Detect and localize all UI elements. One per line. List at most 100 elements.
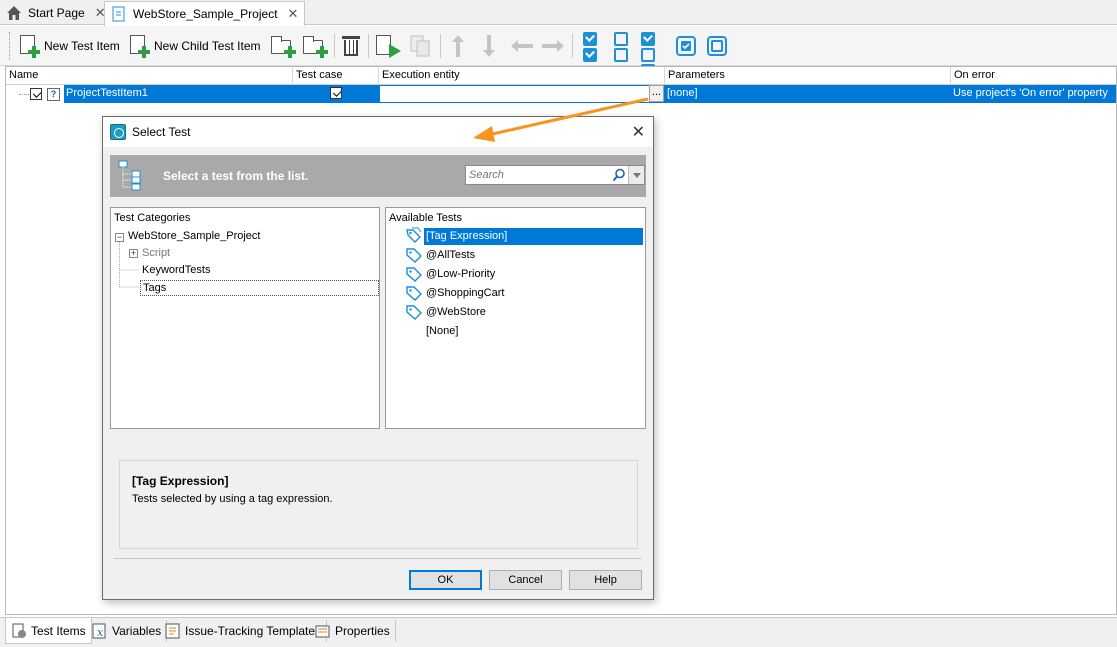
category-root[interactable]: WebStore_Sample_Project	[128, 230, 260, 242]
check-children-button[interactable]	[641, 32, 667, 94]
search-dropdown-button[interactable]	[628, 166, 644, 184]
variables-icon: x	[92, 623, 106, 639]
project-icon	[112, 6, 125, 22]
search-icon[interactable]	[612, 168, 626, 182]
move-right-button[interactable]	[540, 31, 566, 61]
panel-tabs: Test Items x Variables Issue-Tracking Te…	[0, 617, 1117, 647]
tag-icon	[406, 305, 422, 320]
copy-disabled-icon	[410, 35, 430, 57]
execution-entity-ellipsis-button[interactable]: ...	[649, 85, 664, 102]
new-test-item-button[interactable]: New Test Item	[18, 31, 120, 61]
help-button[interactable]: Help	[569, 570, 642, 590]
enabled-checkbox[interactable]	[30, 88, 42, 100]
properties-icon	[315, 625, 330, 638]
test-categories-header: Test Categories	[114, 212, 191, 224]
toolbar-separator	[440, 34, 441, 58]
row-name[interactable]: ProjectTestItem1	[64, 85, 293, 103]
tab-variables[interactable]: x Variables	[87, 620, 168, 642]
new-child-test-item-icon	[128, 34, 150, 58]
available-test-item[interactable]: @AllTests	[424, 247, 477, 264]
category-keyword-tests[interactable]: KeywordTests	[142, 264, 210, 276]
search-input[interactable]	[466, 166, 610, 184]
cancel-button[interactable]: Cancel	[489, 570, 562, 590]
tab-issue-tracking-templates[interactable]: Issue-Tracking Templates	[160, 620, 328, 642]
new-test-item-icon	[18, 34, 40, 58]
test-categories-panel: Test Categories − WebStore_Sample_Projec…	[110, 207, 380, 429]
tab-start-page-label: Start Page	[28, 6, 85, 20]
new-child-group-button[interactable]	[302, 31, 328, 61]
column-header-parameters[interactable]: Parameters	[665, 67, 951, 85]
search-box[interactable]	[465, 165, 645, 185]
close-tab-icon[interactable]: ✕	[288, 6, 299, 22]
dialog-title-bar[interactable]: Select Test ✕	[103, 117, 653, 147]
table-row[interactable]: ? ProjectTestItem1 ... [none] Use projec…	[6, 85, 1116, 104]
tab-issue-tracking-label: Issue-Tracking Templates	[185, 624, 322, 638]
grid-header: Name Test case Execution entity Paramete…	[6, 67, 1116, 85]
disabled-copy-button[interactable]	[408, 31, 432, 61]
collapse-icon[interactable]: −	[115, 233, 124, 242]
svg-text:x: x	[97, 626, 104, 639]
arrow-down-icon	[483, 35, 495, 57]
row-test-case-cell[interactable]	[293, 85, 379, 103]
available-test-item[interactable]: [None]	[424, 323, 460, 340]
available-test-item[interactable]: [Tag Expression]	[424, 228, 643, 245]
unchecked-box-icon	[614, 32, 628, 46]
check-all-button[interactable]	[583, 32, 597, 62]
move-up-button[interactable]	[450, 31, 466, 61]
test-case-checkbox[interactable]	[330, 87, 342, 99]
trash-icon	[341, 34, 361, 58]
expand-icon[interactable]: +	[129, 249, 138, 258]
row-on-error[interactable]: Use project's 'On error' property	[951, 85, 1116, 103]
tab-webstore-project[interactable]: WebStore_Sample_Project ✕	[104, 1, 306, 26]
available-test-item[interactable]: @WebStore	[424, 304, 488, 321]
check-selected-button[interactable]	[676, 31, 696, 61]
category-tags[interactable]: Tags	[140, 280, 379, 296]
tab-properties[interactable]: Properties	[310, 620, 396, 642]
banner-text: Select a test from the list.	[163, 169, 309, 183]
toolbar: New Test Item New Child Test Item	[0, 26, 1117, 94]
document-tabs: Start Page ✕ WebStore_Sample_Project ✕	[0, 0, 1117, 26]
available-tests-header: Available Tests	[389, 212, 462, 224]
row-parameters[interactable]: [none]	[665, 85, 951, 103]
test-item-icon: ?	[47, 88, 60, 101]
new-test-item-label: New Test Item	[44, 39, 120, 53]
test-items-icon	[12, 623, 26, 638]
tag-icon	[406, 248, 422, 263]
available-test-item[interactable]: @Low-Priority	[424, 266, 497, 283]
column-header-execution-entity[interactable]: Execution entity	[379, 67, 665, 85]
tab-webstore-project-label: WebStore_Sample_Project	[133, 7, 278, 21]
tab-start-page[interactable]: Start Page ✕	[0, 1, 112, 25]
new-child-test-item-button[interactable]: New Child Test Item	[128, 31, 260, 61]
description-title: [Tag Expression]	[132, 474, 229, 488]
run-test-item-button[interactable]	[375, 31, 401, 61]
move-down-button[interactable]	[481, 31, 497, 61]
new-child-test-item-label: New Child Test Item	[154, 39, 261, 53]
column-header-on-error[interactable]: On error	[951, 67, 1116, 85]
close-icon[interactable]: ✕	[632, 122, 645, 142]
ok-button[interactable]: OK	[409, 570, 482, 590]
available-tests-panel: Available Tests [Tag Expression] @AllTes…	[385, 207, 646, 429]
new-group-button[interactable]	[270, 31, 296, 61]
move-left-button[interactable]	[509, 31, 535, 61]
column-header-test-case[interactable]: Test case	[293, 67, 379, 85]
uncheck-all-button[interactable]	[614, 32, 628, 62]
unchecked-box-icon	[641, 48, 655, 62]
tree-hierarchy-icon	[118, 160, 141, 191]
delete-button[interactable]	[341, 31, 361, 61]
check-icon	[583, 32, 597, 46]
available-test-item[interactable]: @ShoppingCart	[424, 285, 506, 302]
toolbar-grip[interactable]	[9, 32, 12, 60]
run-icon	[375, 34, 401, 58]
toolbar-separator	[572, 34, 573, 58]
tag-icon	[406, 267, 422, 282]
row-execution-entity[interactable]	[379, 85, 665, 103]
toolbar-separator	[368, 34, 369, 58]
category-script[interactable]: Script	[142, 247, 170, 259]
check-selected-icon	[676, 36, 696, 56]
uncheck-selected-button[interactable]	[707, 31, 727, 61]
dialog-title: Select Test	[132, 125, 191, 139]
column-header-name[interactable]: Name	[6, 67, 293, 85]
dialog-divider	[114, 558, 642, 559]
tab-test-items[interactable]: Test Items	[5, 618, 92, 644]
new-folder-icon	[270, 34, 296, 58]
